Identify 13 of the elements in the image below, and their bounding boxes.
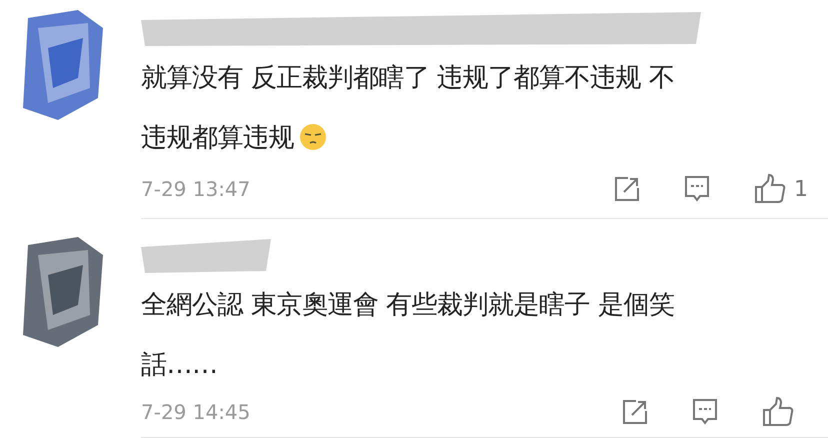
comment-text: 违规都算违规	[141, 123, 294, 153]
share-icon[interactable]	[614, 176, 640, 202]
comment-text: 話……	[141, 350, 218, 380]
comment-time: 7-29 13:47	[141, 177, 252, 201]
share-icon[interactable]	[622, 399, 648, 425]
thumbs-up-icon[interactable]	[762, 397, 794, 427]
comment-icon[interactable]	[692, 398, 718, 426]
like-count: 1	[794, 176, 808, 202]
comment-time: 7-29 14:45	[141, 400, 252, 424]
comment-text: 全網公認 東京奧運會 有些裁判就是瞎子 是個笑	[141, 290, 674, 320]
thumbs-up-icon[interactable]	[754, 174, 786, 204]
comment-icon[interactable]	[684, 175, 710, 203]
comment-text: 就算没有 反正裁判都瞎了 违规了都算不违规 不	[141, 63, 674, 93]
